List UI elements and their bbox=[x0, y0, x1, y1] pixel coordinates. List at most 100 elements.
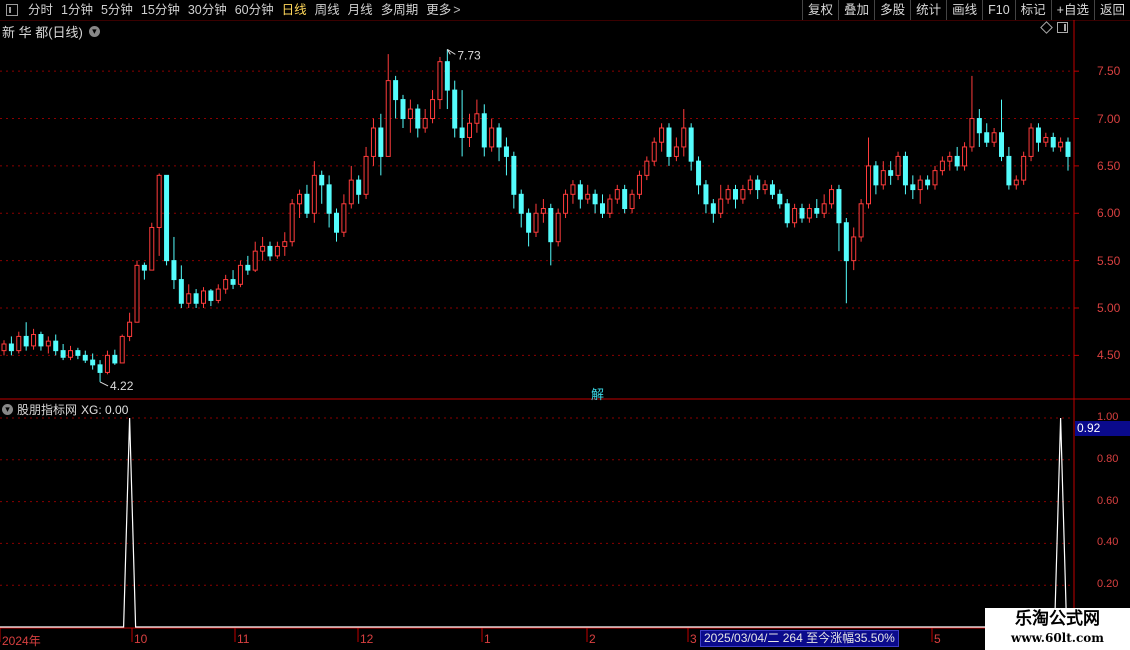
indicator-axis-label: 0.80 bbox=[1097, 452, 1119, 465]
candle-body bbox=[186, 293, 192, 304]
candle-body bbox=[851, 236, 857, 262]
candle-body bbox=[910, 184, 916, 191]
candle-body bbox=[119, 335, 125, 364]
candle-body bbox=[932, 170, 938, 186]
candle-body bbox=[378, 127, 384, 157]
candle-body bbox=[230, 279, 236, 285]
candle-body bbox=[577, 184, 583, 200]
candle-body bbox=[1058, 141, 1064, 148]
candle-body bbox=[444, 61, 450, 91]
candle-body bbox=[954, 155, 960, 167]
candle-body bbox=[267, 245, 273, 257]
candle-body bbox=[917, 179, 923, 191]
candle-body bbox=[481, 113, 487, 148]
candle-body bbox=[747, 179, 753, 191]
candle-body bbox=[814, 208, 820, 214]
candle-body bbox=[326, 184, 332, 214]
candle-body bbox=[393, 80, 399, 101]
low-marker-label: 4.22 bbox=[110, 379, 134, 393]
candle-body bbox=[38, 334, 44, 347]
candle-body bbox=[784, 203, 790, 224]
candle-body bbox=[82, 354, 88, 361]
candle-body bbox=[304, 193, 310, 214]
candle-body bbox=[260, 245, 266, 252]
candle-body bbox=[636, 174, 642, 195]
time-axis-label: 3 bbox=[690, 632, 697, 646]
candle-body bbox=[348, 179, 354, 205]
candle-body bbox=[437, 61, 443, 101]
candle-body bbox=[526, 212, 532, 233]
price-axis-label: 4.50 bbox=[1097, 348, 1121, 363]
candle-body bbox=[282, 241, 288, 247]
candle-body bbox=[540, 208, 546, 214]
time-axis-label: 11 bbox=[237, 632, 250, 646]
candle-body bbox=[548, 208, 554, 243]
price-axis-label: 7.50 bbox=[1097, 64, 1121, 79]
candle-body bbox=[459, 127, 465, 138]
candle-body bbox=[1013, 179, 1019, 186]
candle-body bbox=[1006, 155, 1012, 186]
candle-body bbox=[385, 80, 391, 157]
candle-body bbox=[585, 193, 591, 200]
candle-body bbox=[777, 193, 783, 205]
candle-body bbox=[644, 160, 650, 176]
low-marker-pointer bbox=[99, 381, 109, 387]
candle-body bbox=[97, 364, 103, 373]
candle-body bbox=[141, 264, 147, 271]
candle-body bbox=[311, 174, 317, 214]
candle-body bbox=[511, 155, 517, 195]
candle-body bbox=[149, 226, 155, 271]
candle-body bbox=[289, 203, 295, 243]
candle-body bbox=[164, 174, 170, 262]
watermark-title: 乐淘公式网 bbox=[1015, 609, 1100, 629]
candle-body bbox=[755, 179, 761, 191]
candle-body bbox=[836, 189, 842, 224]
candle-body bbox=[1035, 127, 1041, 143]
candle-body bbox=[984, 132, 990, 143]
candle-body bbox=[53, 340, 59, 352]
candle-body bbox=[215, 288, 221, 301]
candle-body bbox=[829, 189, 835, 205]
candle-body bbox=[274, 245, 280, 257]
candle-body bbox=[60, 350, 66, 358]
candle-body bbox=[415, 108, 421, 129]
candle-body bbox=[710, 203, 716, 214]
candle-body bbox=[201, 290, 206, 304]
candle-body bbox=[252, 250, 258, 271]
candle-body bbox=[843, 222, 849, 262]
kline-chart[interactable]: 7.73 4.22 bbox=[0, 0, 1130, 650]
candle-body bbox=[356, 179, 362, 195]
candle-body bbox=[1065, 141, 1071, 157]
candle-body bbox=[489, 127, 495, 148]
indicator-value: XG: 0.00 bbox=[81, 402, 129, 417]
candle-body bbox=[939, 160, 945, 172]
candle-body bbox=[769, 184, 775, 195]
candle-body bbox=[156, 174, 162, 228]
candle-body bbox=[112, 354, 118, 364]
candle-body bbox=[1021, 155, 1027, 181]
candle-body bbox=[75, 350, 81, 356]
candle-body bbox=[925, 179, 931, 186]
candle-body bbox=[363, 155, 369, 195]
candle-body bbox=[134, 264, 140, 323]
candle-body bbox=[976, 118, 982, 134]
indicator-axis-label: 0.60 bbox=[1097, 494, 1119, 507]
candle-body bbox=[792, 208, 798, 224]
candle-body bbox=[614, 189, 620, 200]
candle-body bbox=[681, 127, 687, 148]
candle-body bbox=[962, 146, 968, 167]
candle-body bbox=[31, 334, 37, 347]
chevron-down-icon[interactable]: ▾ bbox=[2, 404, 13, 415]
candle-body bbox=[821, 203, 827, 214]
candle-body bbox=[947, 155, 953, 162]
candle-body bbox=[991, 132, 997, 143]
time-axis-label: 2024年 bbox=[2, 634, 41, 648]
candle-body bbox=[673, 146, 679, 157]
indicator-axis-label: 0.40 bbox=[1097, 536, 1119, 549]
center-marker-label: 解 bbox=[591, 387, 605, 402]
candle-body bbox=[1050, 136, 1056, 148]
candle-body bbox=[607, 198, 613, 214]
candle-body bbox=[518, 193, 524, 214]
candle-body bbox=[503, 146, 509, 157]
candle-body bbox=[297, 193, 303, 205]
